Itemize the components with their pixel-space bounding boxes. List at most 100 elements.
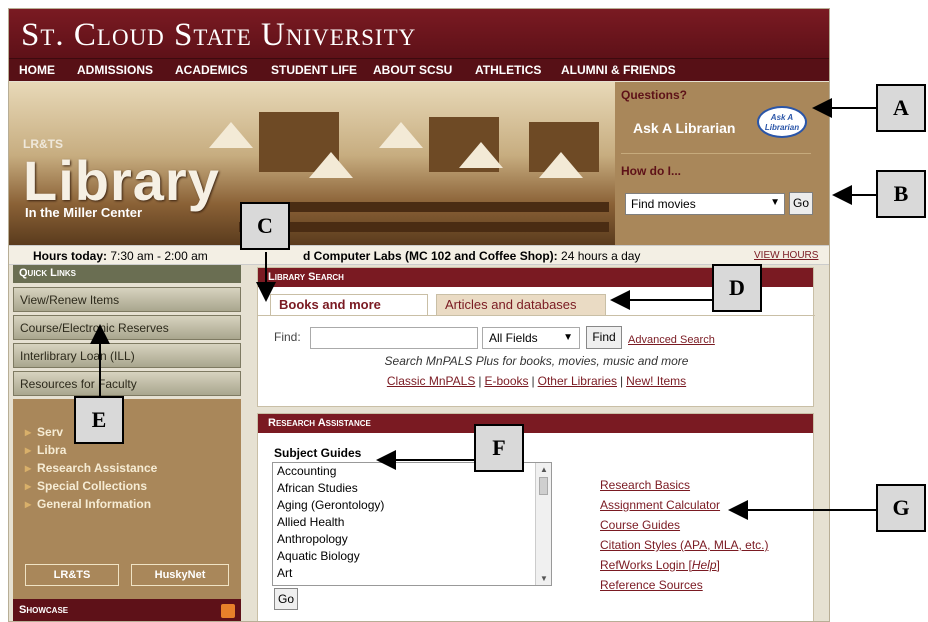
- refworks-help-link[interactable]: Help: [692, 558, 717, 572]
- computer-labs-hours: d Computer Labs (MC 102 and Coffee Shop)…: [303, 249, 640, 263]
- search-field-select[interactable]: All Fields ▼: [482, 327, 580, 349]
- list-item[interactable]: Aging (Gerontology): [273, 497, 551, 514]
- hours-bar: Hours today: 7:30 am - 2:00 am d Compute…: [9, 245, 829, 265]
- callout-c: C: [240, 202, 290, 250]
- find-button[interactable]: Find: [586, 326, 622, 349]
- new-items-link[interactable]: New! Items: [626, 374, 686, 388]
- list-item[interactable]: African Studies: [273, 480, 551, 497]
- help-box: Questions? Ask A Librarian Ask A Librari…: [615, 82, 829, 245]
- library-banner: LR&TS Library In the Miller Center: [9, 82, 615, 245]
- separator: |: [620, 374, 624, 388]
- lrts-button[interactable]: LR&TS: [25, 564, 119, 586]
- assignment-calculator-link[interactable]: Assignment Calculator: [600, 498, 720, 512]
- nav-admissions[interactable]: ADMISSIONS: [77, 63, 153, 77]
- menu-item-services[interactable]: Serv: [25, 425, 63, 439]
- search-input[interactable]: [310, 327, 478, 349]
- subject-guides-go-button[interactable]: Go: [274, 588, 298, 610]
- lamp-shade: [459, 142, 503, 168]
- hours-today-value: 7:30 am - 2:00 am: [110, 249, 208, 263]
- tab-books-and-more[interactable]: Books and more: [270, 294, 428, 315]
- questions-label: Questions?: [621, 88, 688, 102]
- nav-alumni-friends[interactable]: ALUMNI & FRIENDS: [561, 63, 676, 77]
- ask-librarian-bubble-icon[interactable]: Ask A Librarian: [757, 106, 807, 138]
- callout-a: A: [876, 84, 926, 132]
- how-do-i-select-value: Find movies: [631, 197, 696, 211]
- callout-g: G: [876, 484, 926, 532]
- university-title[interactable]: St. Cloud State University: [21, 17, 416, 54]
- nav-student-life[interactable]: STUDENT LIFE: [271, 63, 357, 77]
- list-item[interactable]: Art: [273, 565, 551, 582]
- callout-d: D: [712, 264, 762, 312]
- find-label: Find:: [274, 330, 301, 344]
- ebooks-link[interactable]: E-books: [484, 374, 528, 388]
- lamp-shade: [539, 152, 583, 178]
- nav-athletics[interactable]: ATHLETICS: [475, 63, 541, 77]
- menu-item-special-collections[interactable]: Special Collections: [25, 479, 147, 493]
- lamp-shade: [379, 122, 423, 148]
- research-basics-link[interactable]: Research Basics: [600, 478, 690, 492]
- bracket-close: ]: [716, 558, 720, 572]
- subject-guides-label: Subject Guides: [274, 446, 362, 460]
- hours-today: Hours today: 7:30 am - 2:00 am: [33, 249, 208, 263]
- menu-item-general-information[interactable]: General Information: [25, 497, 151, 511]
- research-assistance-panel: Research Assistance Subject Guides Accou…: [257, 413, 814, 621]
- quick-link-resources-faculty[interactable]: Resources for Faculty: [13, 371, 241, 396]
- advanced-search-link[interactable]: Advanced Search: [628, 334, 715, 346]
- refworks-login-link[interactable]: RefWorks Login [: [600, 558, 692, 572]
- computer-labs-label: d Computer Labs (MC 102 and Coffee Shop)…: [303, 249, 558, 263]
- divider: [621, 153, 811, 154]
- reference-sources-link[interactable]: Reference Sources: [600, 578, 703, 592]
- tab-articles-databases[interactable]: Articles and databases: [436, 294, 606, 315]
- ask-librarian-link[interactable]: Ask A Librarian: [633, 120, 735, 136]
- subject-guides-list[interactable]: Accounting African Studies Aging (Geront…: [272, 462, 552, 586]
- how-do-i-go-button[interactable]: Go: [789, 192, 813, 215]
- nav-academics[interactable]: ACADEMICS: [175, 63, 248, 77]
- search-description: Search MnPALS Plus for books, movies, mu…: [384, 354, 689, 368]
- search-links: Classic MnPALS | E-books | Other Libraries | N…: [258, 374, 815, 388]
- how-do-i-select[interactable]: Find movies ▼: [625, 193, 785, 215]
- separator: |: [478, 374, 482, 388]
- scroll-thumb[interactable]: [539, 477, 548, 495]
- computer-labs-value: 24 hours a day: [561, 249, 641, 263]
- scroll-down-icon[interactable]: ▼: [540, 574, 548, 583]
- separator: |: [531, 374, 535, 388]
- quick-link-course-reserves[interactable]: Course/Electronic Reserves: [13, 315, 241, 340]
- huskynet-button[interactable]: HuskyNet: [131, 564, 229, 586]
- quick-link-view-renew[interactable]: View/Renew Items: [13, 287, 241, 312]
- quick-links-heading: Quick Links: [13, 265, 241, 283]
- search-field-value: All Fields: [489, 331, 538, 345]
- miller-center-label: In the Miller Center: [25, 205, 143, 220]
- scroll-up-icon[interactable]: ▲: [540, 465, 548, 474]
- citation-styles-link[interactable]: Citation Styles (APA, MLA, etc.): [600, 538, 769, 552]
- lamp-shade: [309, 152, 353, 178]
- classic-mnpals-link[interactable]: Classic MnPALS: [387, 374, 475, 388]
- research-assistance-heading: Research Assistance: [258, 414, 813, 433]
- quick-link-interlibrary-loan[interactable]: Interlibrary Loan (ILL): [13, 343, 241, 368]
- showcase-heading: Showcase: [13, 599, 241, 621]
- hours-today-label: Hours today:: [33, 249, 108, 263]
- list-item[interactable]: Allied Health: [273, 514, 551, 531]
- nav-about-scsu[interactable]: ABOUT SCSU: [373, 63, 452, 77]
- chevron-down-icon: ▼: [563, 332, 573, 343]
- view-hours-link[interactable]: VIEW HOURS: [754, 250, 818, 261]
- chevron-down-icon: ▼: [770, 197, 780, 208]
- callout-e: E: [74, 396, 124, 444]
- menu-item-research-assistance[interactable]: Research Assistance: [25, 461, 157, 475]
- tab-divider: [258, 315, 815, 316]
- nav-home[interactable]: HOME: [19, 63, 55, 77]
- scrollbar[interactable]: ▲ ▼: [535, 463, 551, 585]
- library-wordmark[interactable]: Library: [23, 148, 220, 213]
- rss-icon[interactable]: [221, 604, 235, 618]
- course-guides-link[interactable]: Course Guides: [600, 518, 680, 532]
- library-homepage: St. Cloud State University HOME ADMISSIO…: [8, 8, 830, 622]
- menu-item-library[interactable]: Libra: [25, 443, 66, 457]
- showcase-label: Showcase: [19, 604, 69, 616]
- university-header: St. Cloud State University: [9, 9, 829, 59]
- how-do-i-label: How do I...: [621, 164, 681, 178]
- lamp-shade: [209, 122, 253, 148]
- callout-b: B: [876, 170, 926, 218]
- other-libraries-link[interactable]: Other Libraries: [538, 374, 617, 388]
- callout-f: F: [474, 424, 524, 472]
- list-item[interactable]: Anthropology: [273, 531, 551, 548]
- list-item[interactable]: Aquatic Biology: [273, 548, 551, 565]
